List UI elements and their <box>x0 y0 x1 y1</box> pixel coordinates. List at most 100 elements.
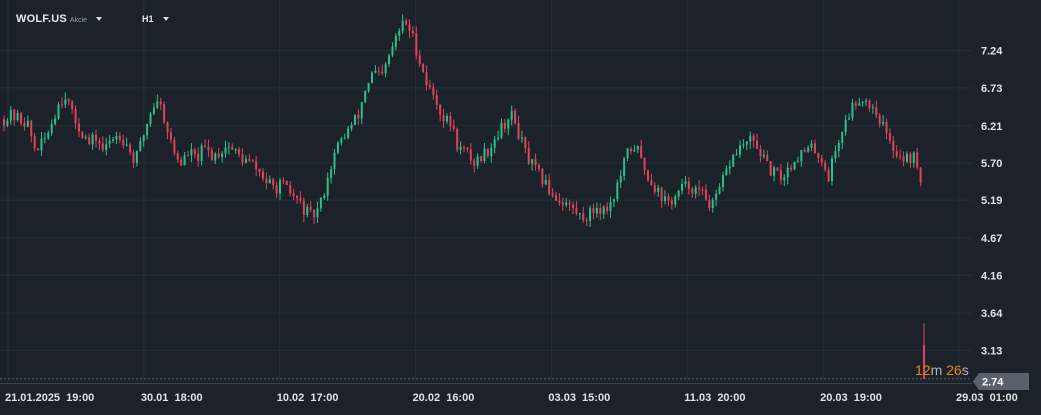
candle-body <box>469 149 472 161</box>
candle <box>139 137 142 152</box>
candle <box>187 151 189 157</box>
candle-body <box>207 146 210 150</box>
candle-body <box>616 182 619 200</box>
candle <box>360 102 363 125</box>
candle <box>176 150 179 163</box>
candle-body <box>272 179 275 186</box>
candle <box>238 146 241 158</box>
candle <box>398 28 401 42</box>
candle <box>861 100 864 107</box>
instrument-type-label: Akcie <box>69 16 88 24</box>
candle-body <box>139 140 142 151</box>
y-tick-label: 4.16 <box>981 270 1002 282</box>
candle <box>544 174 547 186</box>
candle <box>653 182 656 195</box>
timeframe-dropdown-icon[interactable] <box>162 17 169 21</box>
candle-countdown: 12m 26s <box>915 362 969 378</box>
candle-body <box>681 183 684 191</box>
candle-body <box>534 159 537 166</box>
candle <box>517 115 520 141</box>
candle-body <box>289 184 292 194</box>
candle <box>251 159 254 162</box>
candle <box>636 145 639 154</box>
candle <box>623 156 626 181</box>
timeframe-label[interactable]: H1 <box>142 14 154 24</box>
candle-body <box>916 152 919 168</box>
candle <box>319 196 322 212</box>
candle <box>132 149 135 169</box>
candle-body <box>180 159 183 166</box>
candle <box>541 167 544 188</box>
candle <box>265 172 268 190</box>
candle-body <box>708 199 711 209</box>
candle-body <box>667 196 670 201</box>
candle-body <box>844 119 847 133</box>
candle-body <box>299 198 302 201</box>
candle <box>490 143 493 163</box>
candle <box>776 167 779 172</box>
candle <box>572 201 575 215</box>
candle-body <box>367 82 370 92</box>
candle-body <box>684 181 687 184</box>
candle-body <box>769 161 772 176</box>
candle <box>503 118 506 133</box>
candle <box>330 165 333 184</box>
candle <box>394 33 397 51</box>
candle-body <box>129 144 132 153</box>
candle-body <box>762 154 765 157</box>
candle <box>204 139 207 148</box>
candle <box>224 140 227 158</box>
candle-body <box>306 206 309 215</box>
candle-body <box>57 104 60 119</box>
candle <box>589 205 592 227</box>
candle <box>169 128 172 144</box>
candle <box>684 176 687 188</box>
candle-body <box>408 24 411 31</box>
x-tick-label: 20.02 16:00 <box>413 392 475 404</box>
candle-body <box>575 208 578 214</box>
symbol-dropdown-icon[interactable] <box>96 17 103 21</box>
candle-body <box>623 158 626 177</box>
candle <box>152 103 155 116</box>
candle <box>885 118 888 140</box>
candle <box>401 14 404 34</box>
candle <box>183 152 186 166</box>
candle-body <box>687 181 690 189</box>
candlestick-chart[interactable]: 7.24 6.73 6.21 5.70 5.19 4.67 4.16 3.64 3.13 21.… <box>0 0 1041 415</box>
candle-body <box>602 206 605 215</box>
candle-body <box>875 107 878 116</box>
candle-body <box>909 153 912 163</box>
candle-body <box>371 72 373 83</box>
candle <box>43 132 46 144</box>
chart-container[interactable]: 7.24 6.73 6.21 5.70 5.19 4.67 4.16 3.64 3.13 21.… <box>0 0 1041 415</box>
candle-body <box>54 118 57 125</box>
candle-body <box>899 156 902 158</box>
candle <box>735 149 738 156</box>
candle-body <box>101 143 104 150</box>
candle <box>347 125 350 140</box>
candle <box>555 191 557 202</box>
candle <box>33 132 36 152</box>
candle-body <box>783 177 786 181</box>
candle <box>241 148 244 167</box>
candle <box>824 160 827 172</box>
candle <box>817 152 820 163</box>
candle-body <box>16 113 19 120</box>
y-tick-label: 6.21 <box>981 121 1002 133</box>
candle-body <box>394 35 397 47</box>
candle <box>323 193 326 200</box>
candle <box>537 163 540 172</box>
candle-body <box>817 153 820 158</box>
candle <box>26 115 29 128</box>
candle <box>350 121 353 132</box>
symbol-label[interactable]: WOLF.US <box>16 13 67 25</box>
x-tick-label: 20.03 19:00 <box>820 392 882 404</box>
candle-body <box>636 146 639 150</box>
candle-body <box>773 167 776 176</box>
candle-body <box>895 151 898 157</box>
candle <box>599 203 602 221</box>
candle <box>108 134 111 149</box>
candle <box>500 118 503 140</box>
candle-body <box>37 148 40 151</box>
candle <box>146 123 149 140</box>
